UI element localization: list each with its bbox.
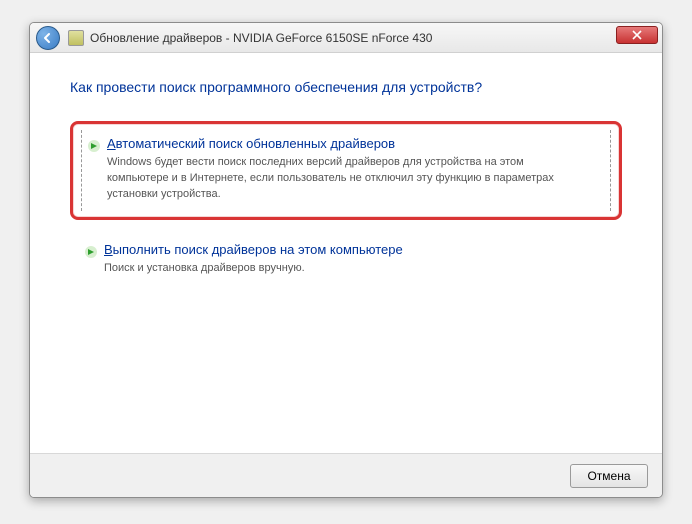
option-auto-search[interactable]: Автоматический поиск обновленных драйвер…: [70, 121, 622, 220]
close-button[interactable]: [616, 26, 658, 44]
back-arrow-icon: [42, 32, 54, 44]
option-description: Windows будет вести поиск последних верс…: [107, 155, 587, 203]
content-area: Как провести поиск программного обеспече…: [30, 53, 662, 453]
back-button[interactable]: [36, 26, 60, 50]
page-heading: Как провести поиск программного обеспече…: [70, 79, 622, 95]
mnemonic: В: [104, 242, 113, 257]
cancel-button[interactable]: Отмена: [570, 464, 648, 488]
mnemonic: А: [107, 136, 116, 151]
device-icon: [68, 30, 84, 46]
option-description: Поиск и установка драйверов вручную.: [104, 261, 584, 277]
titlebar: Обновление драйверов - NVIDIA GeForce 61…: [30, 23, 662, 53]
close-icon: [632, 30, 642, 40]
option-title: Автоматический поиск обновленных драйвер…: [107, 136, 605, 151]
option-title-text: втоматический поиск обновленных драйверо…: [116, 136, 395, 151]
option-manual-search[interactable]: Выполнить поиск драйверов на этом компью…: [70, 230, 622, 291]
dialog-window: Обновление драйверов - NVIDIA GeForce 61…: [29, 22, 663, 498]
arrow-icon: [87, 139, 101, 153]
option-title: Выполнить поиск драйверов на этом компью…: [104, 242, 608, 257]
option-title-text: ыполнить поиск драйверов на этом компьют…: [113, 242, 403, 257]
dialog-footer: Отмена: [30, 453, 662, 497]
arrow-icon: [84, 245, 98, 259]
window-title: Обновление драйверов - NVIDIA GeForce 61…: [90, 31, 432, 45]
